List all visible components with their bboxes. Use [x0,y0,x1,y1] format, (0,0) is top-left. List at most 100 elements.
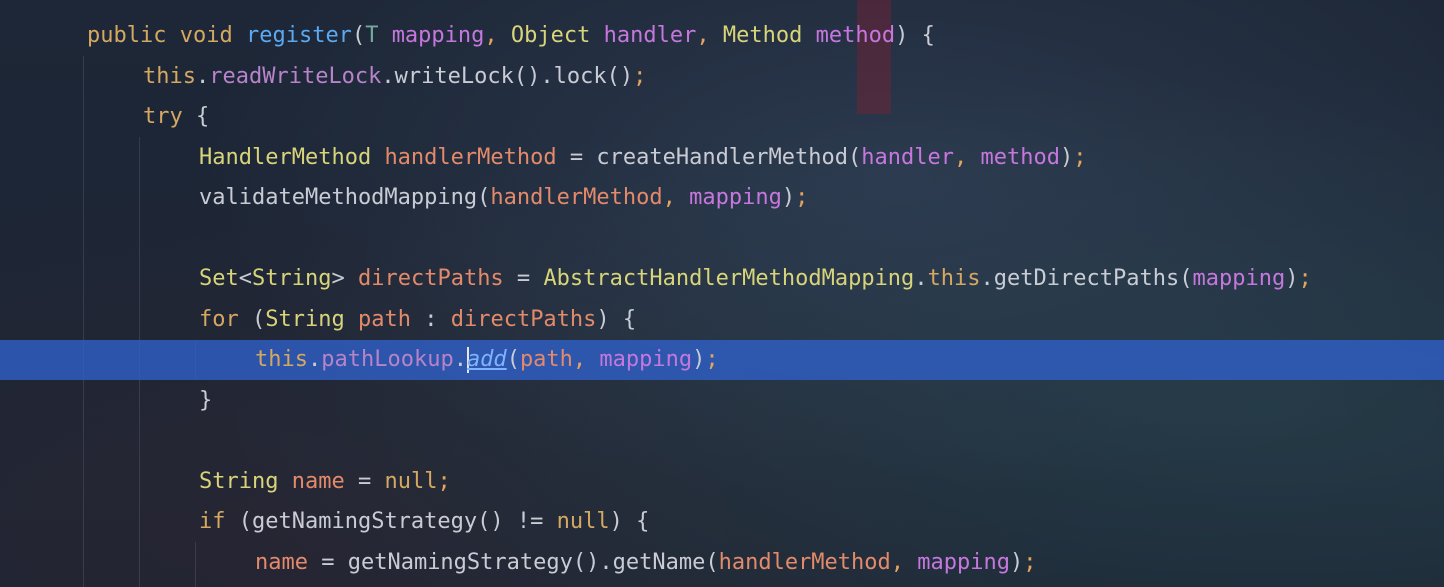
code-token: ) { [596,306,637,332]
code-token: T [365,23,379,48]
code-token: handlerMethod [718,549,891,575]
code-editor[interactable]: public void register ( T mapping, Object h… [0,0,1444,587]
code-token: this [255,347,308,372]
code-token: ; [1023,549,1037,575]
code-token: String [252,266,332,291]
code-token: mapping [1192,266,1286,291]
code-token: ) [781,185,796,210]
code-token: try [143,104,183,129]
code-text: validateMethodMapping(handlerMethod, map… [199,178,808,218]
code-text: name = getNamingStrategy().getName(handl… [255,543,1037,583]
code-token: , [662,185,690,210]
code-token: ) [1285,266,1299,291]
code-token: path [357,306,411,332]
code-token: : [410,306,451,332]
code-token: handlerMethod [384,144,557,170]
code-token: Set [199,266,239,291]
code-token: handler [603,23,697,48]
code-token: if [199,509,226,534]
code-token: . [195,63,210,89]
code-token: . [307,347,322,372]
code-token: this [927,266,981,291]
code-token: mapping [391,23,485,48]
code-line[interactable]: String name = null; [0,462,1444,502]
code-token: HandlerMethod [199,144,372,170]
code-token: ( [506,347,520,372]
code-text: if (getNamingStrategy() != null) { [199,502,649,542]
code-token: Method [722,23,803,48]
code-line[interactable]: for (String path : directPaths) { [0,300,1444,340]
code-line-current[interactable]: this.pathLookup.add(path, mapping); [0,340,1444,380]
code-line[interactable]: Set<String> directPaths = AbstractHandle… [0,259,1444,299]
code-token: directPaths [450,306,597,332]
code-line[interactable]: HandlerMethod handlerMethod = createHand… [0,138,1444,178]
code-token: add [466,347,507,372]
code-token: ) [1010,549,1024,575]
code-token: > [331,266,358,291]
code-token: String [265,306,345,332]
code-line[interactable]: } [0,381,1444,421]
code-text: public void register(T mapping, Object h… [87,16,935,56]
code-token: .getDirectPaths( [980,266,1193,291]
code-token: ; [1073,144,1087,170]
code-token: void [179,23,233,48]
code-line[interactable]: name = getNamingStrategy().getName(handl… [0,543,1444,583]
code-token: < [238,266,252,291]
code-line[interactable]: if (getNamingStrategy() != null) { [0,502,1444,542]
code-token: = [344,468,385,494]
code-token: { [182,104,210,129]
code-line[interactable]: validateMethodMapping(handlerMethod, map… [0,178,1444,218]
code-token: mapping [917,549,1010,575]
code-token: , [953,144,981,170]
code-token: , [696,23,723,48]
code-token: name [255,549,308,575]
code-token: validateMethodMapping( [199,185,491,210]
code-token: mapping [599,347,693,372]
code-text: try { [143,97,209,137]
code-token: null [384,468,438,494]
code-token: ; [795,185,809,210]
code-token: ; [437,468,451,494]
code-token: ; [633,63,647,89]
code-token: directPaths [357,266,504,291]
code-token: AbstractHandlerMethodMapping [543,266,915,291]
code-token: readWriteLock [209,63,382,89]
code-token: mapping [689,185,782,210]
code-text: this.readWriteLock.writeLock().lock(); [143,57,646,97]
code-line[interactable]: public void register(T mapping, Object h… [0,16,1444,56]
code-token: path [519,347,573,372]
code-text: this.pathLookup.add(path, mapping); [255,340,719,380]
code-text: HandlerMethod handlerMethod = createHand… [199,138,1086,178]
code-token: for [199,306,239,332]
code-token: . [453,347,467,372]
code-text: Set<String> directPaths = AbstractHandle… [199,259,1312,299]
code-token: this [143,63,196,89]
code-token: Object [510,23,591,48]
code-token: pathLookup [321,347,454,372]
code-token: String [199,468,279,494]
code-token: public [87,23,167,48]
code-token: ) { [895,23,935,48]
code-text: } [199,381,212,421]
code-token: handlerMethod [490,185,663,210]
code-line[interactable]: this.readWriteLock.writeLock().lock(); [0,57,1444,97]
code-token: register [245,23,352,48]
code-token: ; [1298,266,1312,291]
code-token: ) [692,347,706,372]
code-token: (getNamingStrategy() != [225,509,557,534]
code-token: . [914,266,928,291]
code-line[interactable]: try { [0,97,1444,137]
code-token: , [572,347,600,372]
code-text: for (String path : directPaths) { [199,300,636,340]
code-line[interactable] [0,219,1444,259]
code-token: = getNamingStrategy().getName( [307,549,719,575]
code-token: ( [238,306,266,332]
code-line[interactable] [0,421,1444,461]
